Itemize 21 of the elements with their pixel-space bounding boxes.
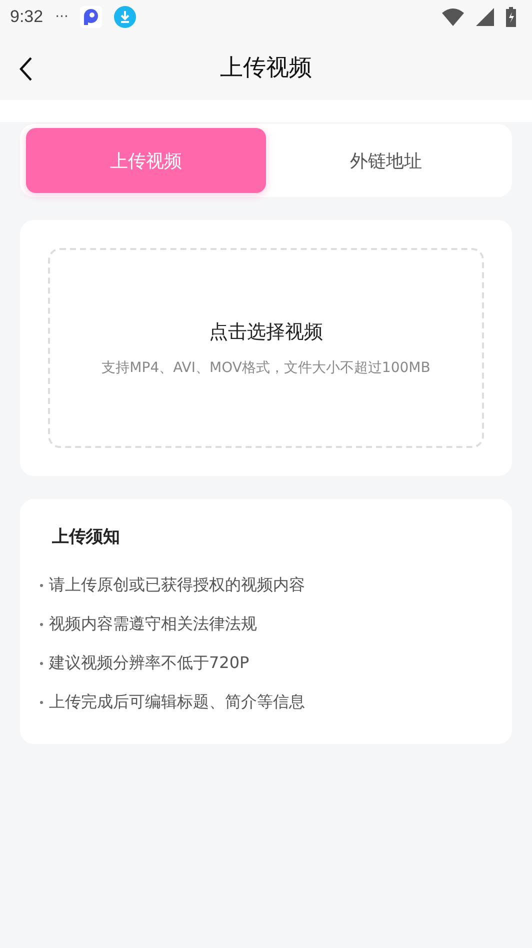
battery-icon [506, 7, 516, 27]
download-icon [114, 6, 136, 28]
bullet-icon [40, 623, 43, 626]
signal-icon [476, 8, 494, 26]
video-drop-zone[interactable]: 点击选择视频 支持MP4、AVI、MOV格式，文件大小不超过100MB [48, 248, 484, 448]
bullet-icon [40, 662, 43, 665]
tab[interactable]: 外链地址 [266, 128, 506, 193]
drop-hint: 支持MP4、AVI、MOV格式，文件大小不超过100MB [102, 359, 430, 377]
bullet-icon [40, 584, 43, 587]
page-title: 上传视频 [220, 54, 312, 82]
note-text: 建议视频分辨率不低于720P [49, 653, 250, 674]
status-time: 9:32 [10, 7, 44, 27]
app-notification-icon [80, 6, 102, 28]
note-text: 上传完成后可编辑标题、简介等信息 [49, 692, 305, 713]
note-text: 请上传原创或已获得授权的视频内容 [49, 575, 305, 596]
status-more: ··· [55, 9, 68, 25]
bullet-icon [40, 701, 43, 704]
drop-title: 点击选择视频 [209, 320, 323, 345]
wifi-icon [442, 8, 464, 26]
note-text: 视频内容需遵守相关法律法规 [49, 614, 257, 635]
notes-title: 上传须知 [52, 526, 121, 548]
